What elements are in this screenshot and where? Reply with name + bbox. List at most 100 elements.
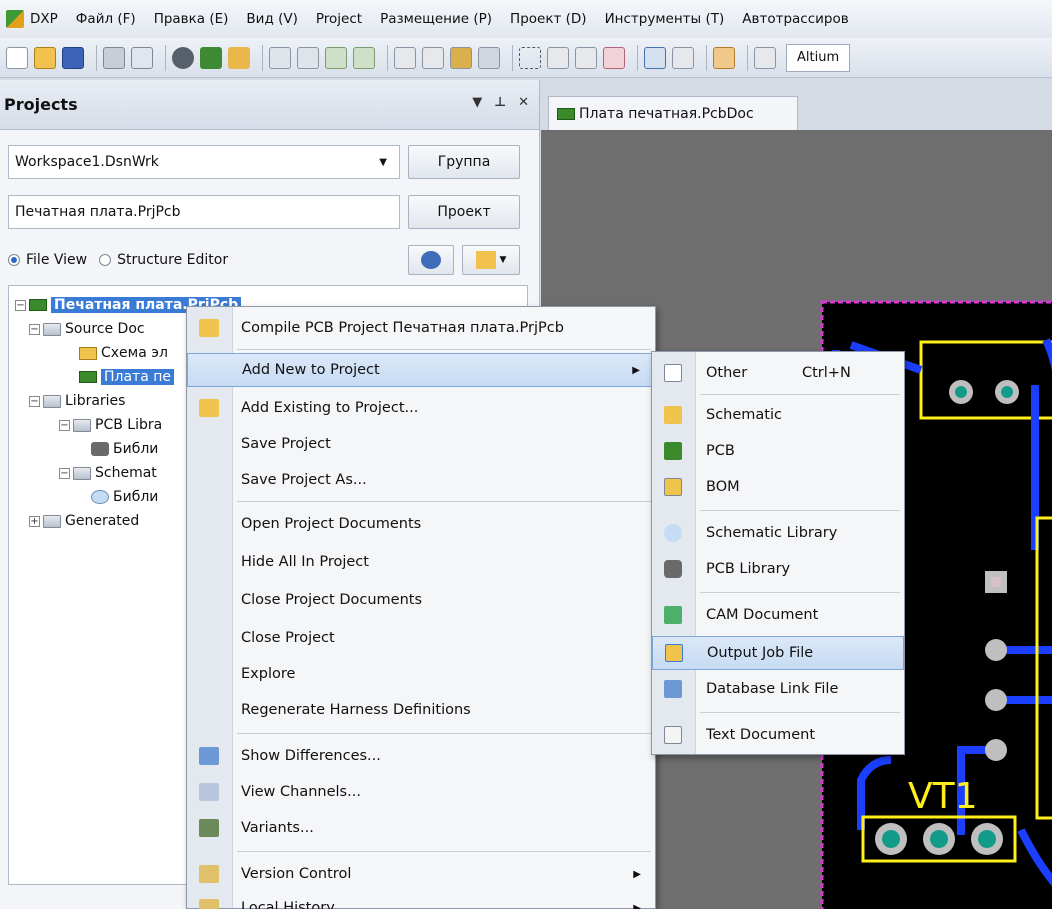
collapse-icon[interactable]: − <box>59 467 70 479</box>
pcb-doc-icon <box>557 107 575 120</box>
menu-item-add-existing[interactable]: Add Existing to Project... <box>187 391 655 425</box>
menu-edit[interactable]: Правка (E) <box>154 11 229 27</box>
menu-item-open-project-documents[interactable]: Open Project Documents <box>187 507 655 541</box>
text-document-icon <box>664 726 682 744</box>
submenu-item-text-document[interactable]: Text Document <box>652 718 904 752</box>
dxp-logo-icon[interactable] <box>6 10 24 28</box>
browse-icon[interactable] <box>228 46 250 69</box>
menu-item-explore[interactable]: Explore <box>187 657 655 691</box>
submenu-item-schematic[interactable]: Schematic <box>652 398 904 432</box>
menu-view[interactable]: Вид (V) <box>246 11 297 27</box>
project-button[interactable]: Проект <box>408 195 520 229</box>
layers-icon[interactable] <box>172 46 194 69</box>
save-icon[interactable] <box>62 46 84 69</box>
move-icon[interactable] <box>547 46 569 69</box>
menu-project[interactable]: Project <box>316 11 362 27</box>
zoom-fit-icon[interactable] <box>269 46 291 69</box>
close-icon[interactable]: ✕ <box>518 95 529 110</box>
project-field[interactable]: Печатная плата.PrjPcb <box>8 195 400 229</box>
select-area-icon[interactable] <box>519 46 541 69</box>
open-folder-icon[interactable] <box>34 46 56 69</box>
menu-item-local-history[interactable]: Local History ▶ <box>187 891 655 909</box>
menu-dxp[interactable]: DXP <box>30 11 58 27</box>
tree-schematic-library-item[interactable]: Библи <box>91 486 158 508</box>
file-view-radio[interactable] <box>8 254 20 266</box>
check-icon[interactable] <box>353 46 375 69</box>
print-preview-icon[interactable] <box>131 46 153 69</box>
menu-file[interactable]: Файл (F) <box>76 11 136 27</box>
submenu-item-output-job-file[interactable]: Output Job File <box>652 636 904 670</box>
structure-editor-radio[interactable] <box>99 254 112 266</box>
collapse-icon[interactable]: − <box>29 395 40 407</box>
tree-schematic-doc[interactable]: Схема эл <box>79 342 168 364</box>
filter-icon[interactable] <box>325 46 347 69</box>
tree-schematic-libraries[interactable]: − Schemat <box>59 462 157 484</box>
document-tab-pcb[interactable]: Плата печатная.PcbDoc <box>548 96 798 130</box>
deselect-icon[interactable] <box>575 46 597 69</box>
panel-controls: ▼ ⊥ ✕ <box>472 95 529 110</box>
menu-item-compile[interactable]: Compile PCB Project Печатная плата.PrjPc… <box>187 311 655 345</box>
menu-design[interactable]: Проект (D) <box>510 11 587 27</box>
collapse-icon[interactable]: − <box>29 323 40 335</box>
undo-icon[interactable] <box>644 46 666 69</box>
menu-item-hide-all[interactable]: Hide All In Project <box>187 545 655 579</box>
menu-item-version-control[interactable]: Version Control ▶ <box>187 857 655 891</box>
menu-item-save-project-as[interactable]: Save Project As... <box>187 463 655 497</box>
menu-item-add-new[interactable]: Add New to Project ▶ <box>187 353 655 387</box>
workspace-select[interactable]: Workspace1.DsnWrk ▼ <box>8 145 400 179</box>
tree-pcb-libraries[interactable]: − PCB Libra <box>59 414 162 436</box>
menu-autoroute[interactable]: Автотрассиров <box>742 11 848 27</box>
menu-item-save-project[interactable]: Save Project <box>187 427 655 461</box>
clear-selection-icon[interactable] <box>603 46 625 69</box>
cam-document-icon <box>664 606 682 624</box>
menu-item-label: Show Differences... <box>241 748 381 764</box>
submenu-item-bom[interactable]: BOM <box>652 470 904 504</box>
library-combo[interactable]: Altium <box>786 43 851 72</box>
tree-generated[interactable]: + Generated <box>29 510 139 532</box>
tree-node-label: Библи <box>113 441 159 457</box>
submenu-item-schematic-library[interactable]: Schematic Library <box>652 516 904 550</box>
submenu-item-cam-document[interactable]: CAM Document <box>652 598 904 632</box>
menu-item-regenerate-harness[interactable]: Regenerate Harness Definitions <box>187 693 655 727</box>
tree-source-documents[interactable]: − Source Doc <box>29 318 145 340</box>
menu-place[interactable]: Размещение (P) <box>380 11 492 27</box>
tree-pcb-doc[interactable]: Плата пе <box>79 366 175 388</box>
submenu-arrow-icon: ▶ <box>632 364 640 376</box>
redo-icon[interactable] <box>672 46 694 69</box>
menu-item-close-project[interactable]: Close Project <box>187 621 655 655</box>
menu-tools[interactable]: Инструменты (T) <box>605 11 725 27</box>
variants-icon <box>199 819 219 837</box>
copy-icon[interactable] <box>422 46 444 69</box>
print-icon[interactable] <box>103 46 125 69</box>
submenu-item-other[interactable]: Other Ctrl+N <box>652 356 904 390</box>
rubber-stamp-icon[interactable] <box>478 46 500 69</box>
cut-icon[interactable] <box>394 46 416 69</box>
panel-menu-icon[interactable]: ▼ <box>472 95 482 110</box>
menu-item-variants[interactable]: Variants... <box>187 811 655 845</box>
pin-icon[interactable]: ⊥ <box>494 95 506 110</box>
menu-item-show-differences[interactable]: Show Differences... <box>187 739 655 773</box>
submenu-item-pcb-library[interactable]: PCB Library <box>652 552 904 586</box>
zoom-area-icon[interactable] <box>297 46 319 69</box>
component-browser-icon[interactable] <box>754 46 776 69</box>
menu-item-view-channels[interactable]: View Channels... <box>187 775 655 809</box>
submenu-item-database-link-file[interactable]: Database Link File <box>652 672 904 706</box>
collapse-icon[interactable]: − <box>59 419 70 431</box>
database-link-icon <box>664 680 682 698</box>
menu-item-close-project-documents[interactable]: Close Project Documents <box>187 583 655 617</box>
group-button[interactable]: Группа <box>408 145 520 179</box>
project-options-button[interactable] <box>408 245 454 275</box>
menu-item-label: PCB <box>706 443 735 459</box>
cross-probe-icon[interactable] <box>713 46 735 69</box>
expand-icon[interactable]: + <box>29 515 40 527</box>
add-document-dropdown[interactable]: ▼ <box>462 245 520 275</box>
board-icon[interactable] <box>200 46 222 69</box>
submenu-item-pcb[interactable]: PCB <box>652 434 904 468</box>
tree-pcb-library-item[interactable]: Библи <box>91 438 158 460</box>
new-doc-icon[interactable] <box>6 46 28 69</box>
tree-libraries[interactable]: − Libraries <box>29 390 125 412</box>
paste-icon[interactable] <box>450 46 472 69</box>
collapse-icon[interactable]: − <box>15 299 26 311</box>
local-history-icon <box>199 899 219 909</box>
view-channels-icon <box>199 783 219 801</box>
